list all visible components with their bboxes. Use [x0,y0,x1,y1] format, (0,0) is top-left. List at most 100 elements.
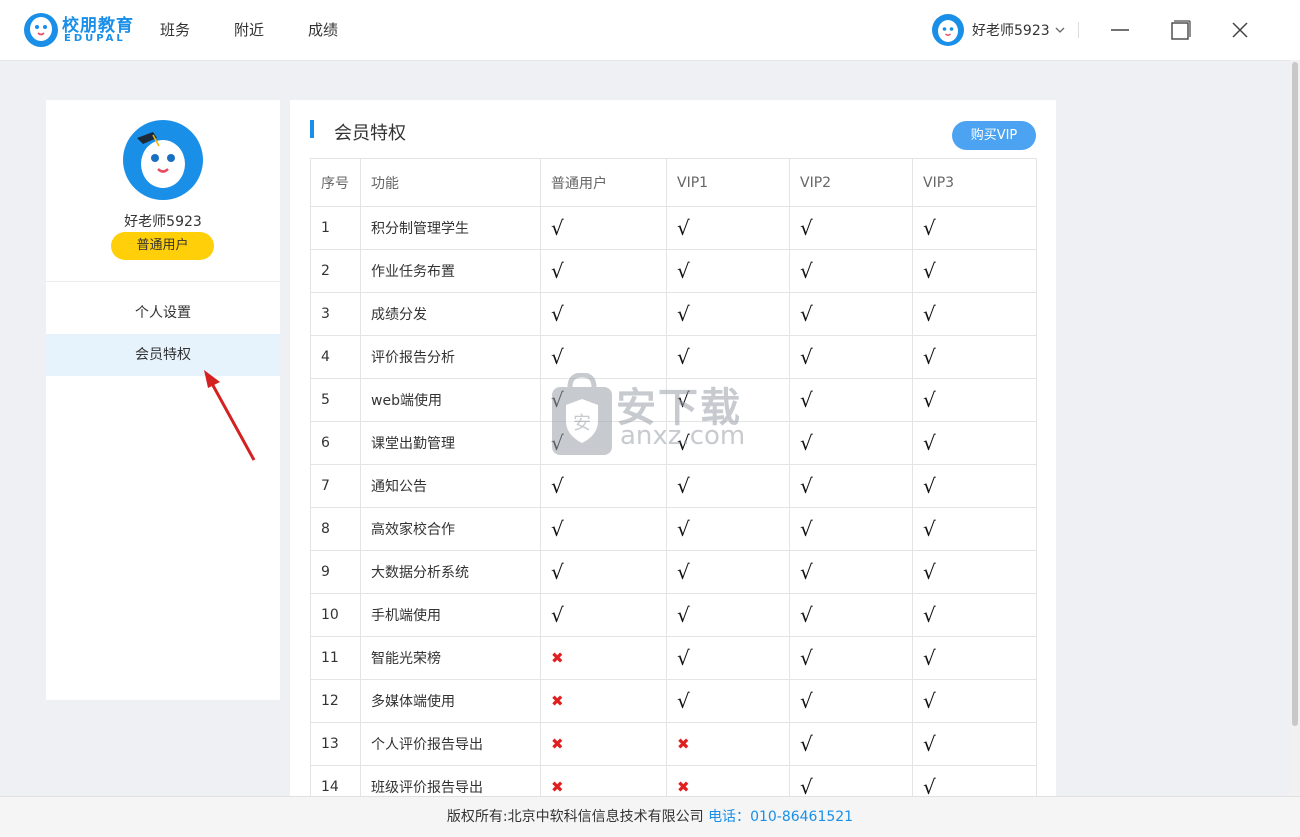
check-mark-icon: √ [923,646,936,670]
check-mark-icon: √ [551,388,564,412]
permission-cell: √ [789,335,913,379]
check-mark-icon: √ [800,474,813,498]
check-mark-icon: √ [551,517,564,541]
top-bar: 校朋教育 EDUPAL 班务 附近 成绩 好老师5923 [0,0,1300,61]
row-number: 1 [310,206,361,250]
nav-item-grades[interactable]: 成绩 [308,0,338,60]
minimize-icon [1111,29,1129,31]
table-header-row: 序号 功能 普通用户 VIP1 VIP2 VIP3 [310,158,1037,207]
row-number: 7 [310,464,361,508]
table-row: 6 课堂出勤管理 √ √ √ √ [310,421,1037,465]
check-mark-icon: √ [923,259,936,283]
table-row: 8 高效家校合作 √ √ √ √ [310,507,1037,551]
avatar [123,120,203,200]
page-title: 会员特权 [334,123,406,144]
privileges-table: 序号 功能 普通用户 VIP1 VIP2 VIP3 1 积分制管理学生 √ √ √ √ 2 作… [310,158,1037,796]
check-mark-icon: √ [800,517,813,541]
feature-name: 班级评价报告导出 [360,765,541,796]
table-row: 3 成绩分发 √ √ √ √ [310,292,1037,336]
feature-name: 多媒体端使用 [360,679,541,723]
table-row: 11 智能光荣榜 ✖ √ √ √ [310,636,1037,680]
scrollbar-thumb[interactable] [1292,62,1298,726]
main-nav: 班务 附近 成绩 [160,0,382,60]
permission-cell: √ [540,292,667,336]
check-mark-icon: √ [923,517,936,541]
permission-cell: √ [912,378,1037,422]
check-mark-icon: √ [800,302,813,326]
check-mark-icon: √ [800,603,813,627]
check-mark-icon: √ [800,216,813,240]
check-mark-icon: √ [923,689,936,713]
buy-vip-button[interactable]: 购买VIP [952,121,1036,150]
check-mark-icon: √ [923,388,936,412]
column-header: VIP1 [666,158,790,207]
row-number: 11 [310,636,361,680]
permission-cell: √ [666,464,790,508]
permission-cell: √ [666,249,790,293]
check-mark-icon: √ [551,302,564,326]
check-mark-icon: √ [677,216,690,240]
check-mark-icon: √ [551,431,564,455]
feature-name: 通知公告 [360,464,541,508]
user-name: 好老师5923 [972,23,1050,39]
check-mark-icon: √ [677,474,690,498]
permission-cell: ✖ [666,765,790,796]
check-mark-icon: √ [677,302,690,326]
row-number: 10 [310,593,361,637]
row-number: 8 [310,507,361,551]
app-logo[interactable]: 校朋教育 EDUPAL [24,10,136,50]
check-mark-icon: √ [551,259,564,283]
check-mark-icon: √ [800,345,813,369]
check-mark-icon: √ [923,345,936,369]
membership-badge: 普通用户 [111,232,214,260]
permission-cell: √ [540,378,667,422]
check-mark-icon: √ [923,302,936,326]
permission-cell: √ [789,679,913,723]
check-mark-icon: √ [551,603,564,627]
permission-cell: √ [666,378,790,422]
permission-cell: √ [666,206,790,250]
permission-cell: √ [912,765,1037,796]
table-row: 12 多媒体端使用 ✖ √ √ √ [310,679,1037,723]
sidebar-item-personal-settings[interactable]: 个人设置 [46,292,280,334]
feature-name: web端使用 [360,378,541,422]
check-mark-icon: √ [923,216,936,240]
permission-cell: √ [540,335,667,379]
permission-cell: √ [912,335,1037,379]
permission-cell: √ [789,722,913,766]
check-mark-icon: √ [923,474,936,498]
check-mark-icon: √ [923,431,936,455]
permission-cell: √ [789,421,913,465]
table-row: 13 个人评价报告导出 ✖ ✖ √ √ [310,722,1037,766]
permission-cell: √ [540,206,667,250]
nav-item-class-affairs[interactable]: 班务 [160,0,190,60]
nav-item-nearby[interactable]: 附近 [234,0,264,60]
mascot-logo-icon [24,13,58,47]
row-number: 2 [310,249,361,293]
table-row: 7 通知公告 √ √ √ √ [310,464,1037,508]
check-mark-icon: √ [551,560,564,584]
minimize-button[interactable] [1104,14,1136,46]
permission-cell: √ [666,507,790,551]
close-button[interactable] [1224,14,1256,46]
table-row: 9 大数据分析系统 √ √ √ √ [310,550,1037,594]
feature-name: 作业任务布置 [360,249,541,293]
footer: 版权所有:北京中软科信信息技术有限公司 电话：010-86461521 [0,796,1300,837]
row-number: 3 [310,292,361,336]
scrollbar[interactable] [1290,60,1300,796]
title-accent [310,120,314,138]
permission-cell: √ [912,722,1037,766]
permission-cell: √ [789,378,913,422]
profile-name: 好老师5923 [124,214,202,230]
cross-mark-icon: ✖ [551,692,564,710]
maximize-icon [1171,20,1191,40]
maximize-button[interactable] [1164,14,1196,46]
permission-cell: √ [666,292,790,336]
user-menu[interactable]: 好老师5923 [932,14,1066,46]
permission-cell: ✖ [540,636,667,680]
row-number: 6 [310,421,361,465]
permission-cell: √ [912,206,1037,250]
permission-cell: √ [912,593,1037,637]
row-number: 13 [310,722,361,766]
check-mark-icon: √ [800,732,813,756]
